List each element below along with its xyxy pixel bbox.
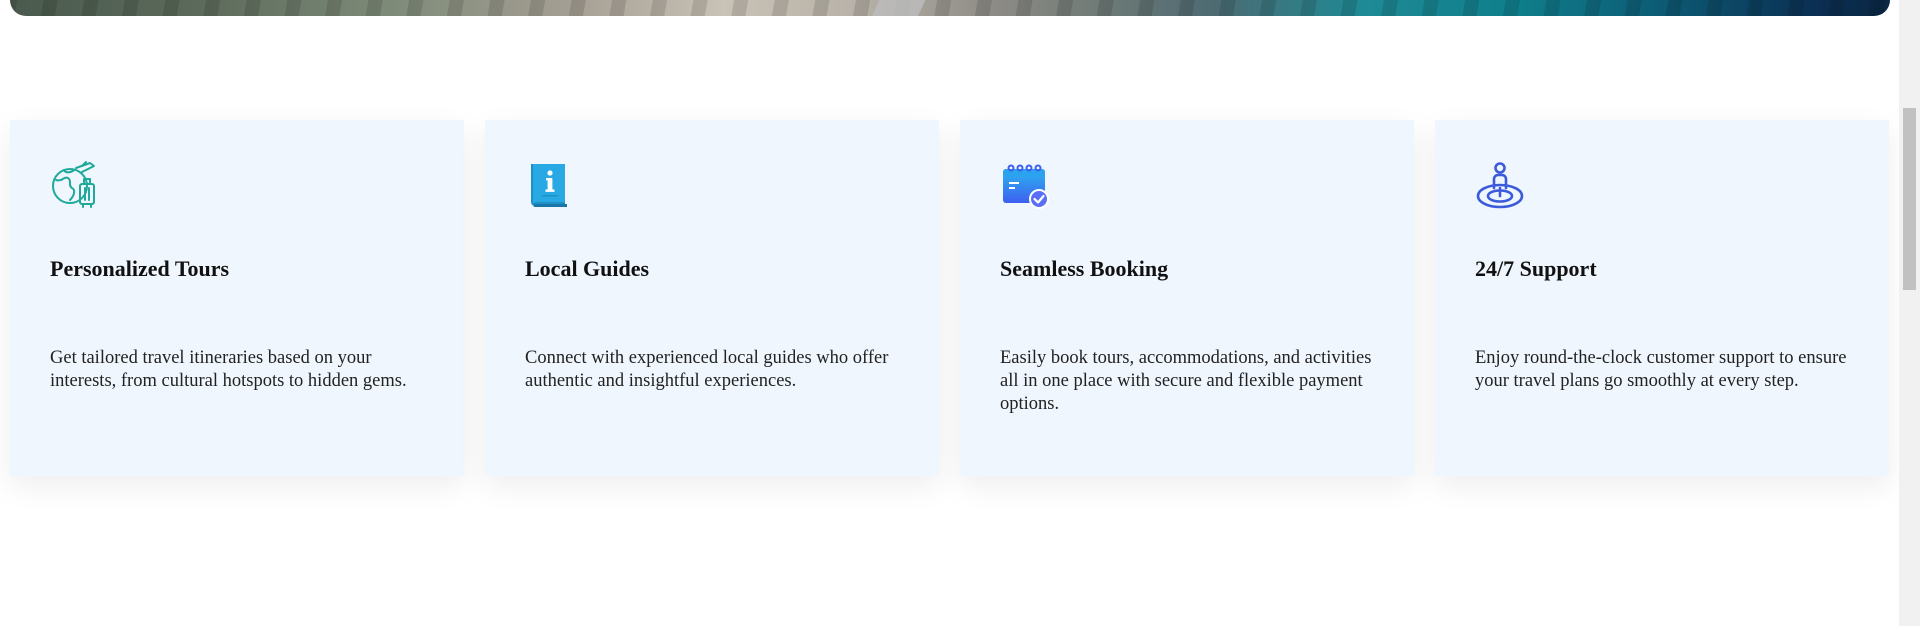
hero-image	[10, 0, 1890, 16]
page: Personalized Tours Get tailored travel i…	[0, 0, 1920, 626]
feature-description: Enjoy round-the-clock customer support t…	[1475, 348, 1847, 391]
globe-luggage-icon	[50, 160, 100, 210]
feature-description: Get tailored travel itineraries based on…	[50, 348, 407, 391]
feature-description: Easily book tours, accommodations, and a…	[1000, 348, 1372, 414]
feature-title: Local Guides	[525, 256, 650, 281]
scrollbar-thumb[interactable]	[1903, 108, 1916, 290]
feature-title: Personalized Tours	[50, 256, 230, 281]
feature-title: Seamless Booking	[1000, 256, 1169, 281]
feature-title: 24/7 Support	[1475, 256, 1597, 281]
feature-card-local-guides: Local Guides Connect with experienced lo…	[485, 120, 939, 476]
hero-image-texture	[10, 0, 1890, 16]
feature-card-personalized-tours: Personalized Tours Get tailored travel i…	[10, 120, 464, 476]
feature-card-seamless-booking: Seamless Booking Easily book tours, acco…	[960, 120, 1414, 476]
features-section: Personalized Tours Get tailored travel i…	[10, 120, 1890, 476]
page-scrollbar[interactable]	[1899, 0, 1920, 626]
feature-card-support: 24/7 Support Enjoy round-the-clock custo…	[1435, 120, 1889, 476]
location-person-icon	[1475, 160, 1525, 210]
calendar-check-icon	[1000, 160, 1050, 210]
info-book-icon	[525, 160, 575, 210]
feature-description: Connect with experienced local guides wh…	[525, 348, 889, 391]
